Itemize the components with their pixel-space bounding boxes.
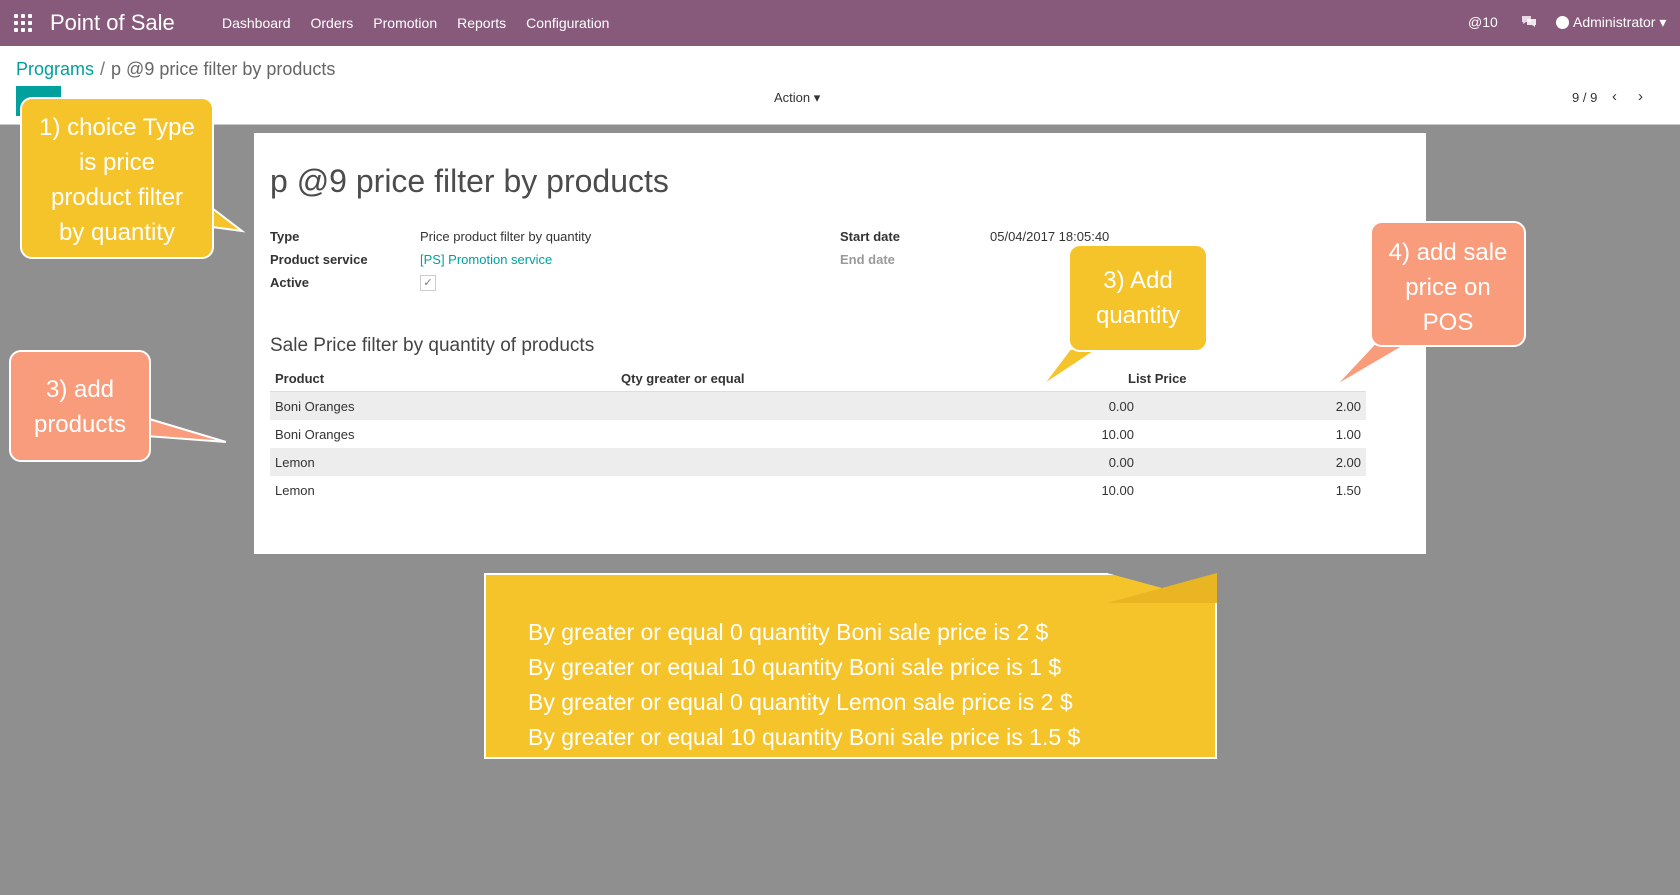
explanation-note: By greater or equal 0 quantity Boni sale…: [484, 573, 1217, 759]
callout-quantity-tail: [1041, 348, 1102, 387]
callout-line: price on: [1405, 274, 1491, 301]
callout-line: by quantity: [58, 219, 176, 246]
note-line: By greater or equal 0 quantity Lemon sal…: [528, 689, 1073, 715]
callout-line: 3) Add: [1103, 267, 1173, 294]
callout-products-tail: [145, 416, 227, 443]
callout-tails: [145, 202, 1418, 443]
callout-line: is price: [78, 149, 156, 176]
callout-products: 3) add products: [9, 350, 151, 462]
callout-line: products: [33, 411, 127, 438]
callout-line: POS: [1422, 309, 1474, 336]
callout-line: 1) choice Type: [39, 114, 195, 141]
callout-line: quantity: [1095, 302, 1181, 329]
note-line: By greater or equal 10 quantity Boni sal…: [528, 724, 1081, 750]
callout-line: product filter: [50, 184, 184, 211]
callout-sale-price-tail: [1333, 339, 1418, 388]
note-fold-shadow: [1107, 573, 1217, 603]
callout-line: 3) add: [45, 376, 115, 403]
note-text: By greater or equal 0 quantity Boni sale…: [528, 615, 1080, 755]
callout-type: 1) choice Type is price product filter b…: [20, 97, 214, 259]
note-line: By greater or equal 10 quantity Boni sal…: [528, 654, 1062, 680]
callout-line: 4) add sale: [1388, 239, 1508, 266]
note-line: By greater or equal 0 quantity Boni sale…: [528, 619, 1049, 645]
callout-quantity: 3) Add quantity: [1068, 244, 1208, 352]
callout-sale-price: 4) add sale price on POS: [1370, 221, 1526, 347]
